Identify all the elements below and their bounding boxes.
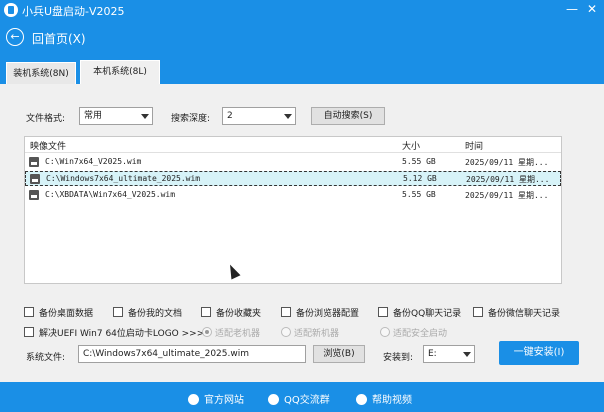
title-bar: 小兵U盘启动-V2025 — ✕ xyxy=(0,0,604,20)
search-depth-label: 搜索深度: xyxy=(171,114,211,124)
browse-button[interactable]: 浏览(B) xyxy=(313,345,365,363)
row-size: 5.12 GB xyxy=(403,174,437,183)
header-size: 大小 xyxy=(402,142,421,152)
system-file-input[interactable]: C:\Windows7x64_ultimate_2025.wim xyxy=(78,345,306,363)
row-size: 5.55 GB xyxy=(402,190,436,199)
backup-browser-label: 备份浏览器配置 xyxy=(296,309,360,319)
disk-image-icon xyxy=(29,190,39,200)
radio-dot xyxy=(281,327,291,337)
row-size: 5.55 GB xyxy=(402,157,436,166)
back-arrow-icon[interactable]: ← xyxy=(6,28,24,46)
qq-group-label: QQ交流群 xyxy=(284,395,330,406)
radio-old-machine[interactable]: 适配老机器 xyxy=(202,326,260,339)
main-panel: 文件格式: 常用 搜索深度: 2 自动搜索(S) 映像文件 大小 时间 C:\W… xyxy=(0,84,604,382)
row-file: C:\Win7x64_V2025.wim xyxy=(45,157,142,166)
qq-group-link[interactable]: QQ交流群 xyxy=(268,391,330,406)
back-home-link[interactable]: 回首页(X) xyxy=(32,30,86,47)
row-time: 2025/09/11 星期... xyxy=(466,175,550,184)
radio-dot xyxy=(380,327,390,337)
file-format-label: 文件格式: xyxy=(26,114,66,124)
backup-wechat-label: 备份微信聊天记录 xyxy=(488,309,561,319)
radio-new-machine[interactable]: 适配新机器 xyxy=(281,326,339,339)
backup-wechat-checkbox[interactable]: 备份微信聊天记录 xyxy=(473,306,560,319)
header-file: 映像文件 xyxy=(30,142,67,152)
disk-image-icon xyxy=(30,174,40,184)
backup-documents-label: 备份我的文档 xyxy=(128,309,183,319)
help-video-label: 帮助视频 xyxy=(372,395,412,406)
table-row[interactable]: C:\Win7x64_V2025.wim 5.55 GB 2025/09/11 … xyxy=(25,155,561,170)
qq-icon xyxy=(268,394,279,405)
row-time: 2025/09/11 星期... xyxy=(465,191,549,200)
backup-desktop-label: 备份桌面数据 xyxy=(39,309,94,319)
header-time: 时间 xyxy=(465,142,484,152)
tab-install-system[interactable]: 装机系统(8N) xyxy=(6,62,76,84)
checkbox-box xyxy=(113,307,123,317)
checkbox-box xyxy=(201,307,211,317)
table-row[interactable]: C:\XBDATA\Win7x64_V2025.wim 5.55 GB 2025… xyxy=(25,188,561,203)
checkbox-box xyxy=(473,307,483,317)
radio-dot xyxy=(202,327,212,337)
tab-bar: 装机系统(8N) 本机系统(8L) xyxy=(0,54,604,84)
checkbox-box xyxy=(24,327,34,337)
row-file: C:\XBDATA\Win7x64_V2025.wim xyxy=(45,190,176,199)
radio-old-machine-label: 适配老机器 xyxy=(215,329,261,339)
row-time: 2025/09/11 星期... xyxy=(465,158,549,167)
home-icon xyxy=(188,394,199,405)
radio-secure-boot-label: 适配安全启动 xyxy=(393,329,448,339)
install-drive-select[interactable]: E: xyxy=(423,345,475,363)
checkbox-box xyxy=(281,307,291,317)
backup-favorites-label: 备份收藏夹 xyxy=(216,309,262,319)
table-row[interactable]: C:\Windows7x64_ultimate_2025.wim 5.12 GB… xyxy=(25,171,561,186)
footer-bar: 官方网站 QQ交流群 帮助视频 xyxy=(0,382,604,412)
system-file-label: 系统文件: xyxy=(26,353,66,363)
uefi-logo-fix-checkbox[interactable]: 解决UEFI Win7 64位启动卡LOGO >>>> xyxy=(24,326,212,339)
uefi-logo-fix-label: 解决UEFI Win7 64位启动卡LOGO >>>> xyxy=(39,329,212,339)
backup-qq-checkbox[interactable]: 备份QQ聊天记录 xyxy=(378,306,461,319)
chevron-down-icon xyxy=(141,114,149,119)
checkbox-box xyxy=(24,307,34,317)
nav-bar: ← 回首页(X) xyxy=(0,20,604,54)
official-site-link[interactable]: 官方网站 xyxy=(188,391,244,406)
radio-secure-boot[interactable]: 适配安全启动 xyxy=(380,326,447,339)
window-title: 小兵U盘启动-V2025 xyxy=(22,5,125,18)
close-button[interactable]: ✕ xyxy=(584,1,600,17)
chevron-down-icon xyxy=(284,114,292,119)
search-depth-select[interactable]: 2 xyxy=(222,107,296,125)
install-drive-value: E: xyxy=(428,349,437,359)
file-format-value: 常用 xyxy=(84,111,103,121)
checkbox-box xyxy=(378,307,388,317)
backup-documents-checkbox[interactable]: 备份我的文档 xyxy=(113,306,182,319)
backup-favorites-checkbox[interactable]: 备份收藏夹 xyxy=(201,306,261,319)
backup-browser-checkbox[interactable]: 备份浏览器配置 xyxy=(281,306,359,319)
disk-image-icon xyxy=(29,157,39,167)
one-click-install-button[interactable]: 一键安装(I) xyxy=(499,341,579,365)
radio-new-machine-label: 适配新机器 xyxy=(294,329,340,339)
row-file: C:\Windows7x64_ultimate_2025.wim xyxy=(46,174,201,183)
minimize-button[interactable]: — xyxy=(564,1,580,17)
tab-local-system[interactable]: 本机系统(8L) xyxy=(80,60,160,84)
table-header: 映像文件 大小 时间 xyxy=(25,137,561,153)
image-file-table[interactable]: 映像文件 大小 时间 C:\Win7x64_V2025.wim 5.55 GB … xyxy=(24,136,562,284)
backup-qq-label: 备份QQ聊天记录 xyxy=(393,309,462,319)
help-icon xyxy=(356,394,367,405)
help-video-link[interactable]: 帮助视频 xyxy=(356,391,412,406)
backup-desktop-checkbox[interactable]: 备份桌面数据 xyxy=(24,306,93,319)
file-format-select[interactable]: 常用 xyxy=(79,107,153,125)
install-to-label: 安装到: xyxy=(383,353,414,363)
search-depth-value: 2 xyxy=(227,111,233,121)
app-logo-icon xyxy=(4,3,18,17)
auto-search-button[interactable]: 自动搜索(S) xyxy=(311,107,385,125)
chevron-down-icon xyxy=(463,352,471,357)
official-site-label: 官方网站 xyxy=(204,395,244,406)
